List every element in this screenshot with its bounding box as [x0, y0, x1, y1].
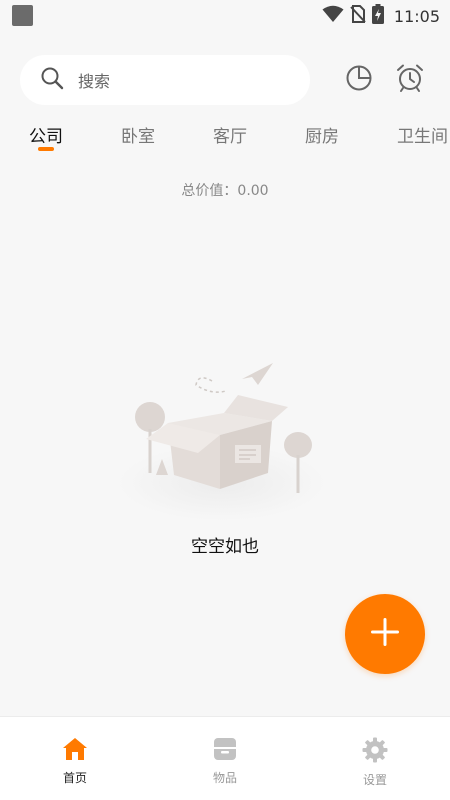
status-bar: 11:05 [0, 0, 450, 32]
gear-icon [362, 737, 388, 767]
nav-items[interactable]: 物品 [150, 717, 300, 800]
nav-home-label: 首页 [62, 771, 87, 785]
total-value-label: 总价值：0.00 [181, 183, 269, 199]
bottom-navigation: 首页 物品 设置 [0, 716, 450, 800]
notification-app-icon [12, 5, 33, 26]
empty-box-illustration [116, 355, 336, 525]
nav-home[interactable]: 首页 [0, 717, 150, 800]
nav-items-label: 物品 [212, 771, 237, 785]
status-time: 11:05 [393, 6, 440, 26]
reminder-button[interactable] [392, 62, 428, 98]
tab-kitchen[interactable]: 厨房 [305, 122, 339, 147]
box-icon [213, 737, 237, 765]
nav-settings[interactable]: 设置 [300, 717, 450, 800]
home-icon [62, 737, 88, 765]
plus-icon [368, 615, 402, 653]
active-tab-indicator [38, 147, 54, 151]
nav-settings-label: 设置 [362, 773, 387, 787]
status-indicators: 11:05 [322, 4, 440, 28]
tab-company[interactable]: 公司 [29, 122, 63, 147]
search-icon [40, 66, 64, 94]
pie-chart-icon [345, 64, 373, 96]
battery-charging-icon [371, 4, 384, 28]
search-input[interactable]: 搜索 [20, 55, 310, 105]
app-screen: 11:05 搜索 公司 卧室 客厅 厨房 卫生间 总价值：0.00 空空如也 首… [0, 0, 450, 800]
tab-living-room[interactable]: 客厅 [213, 122, 247, 147]
wifi-icon [322, 5, 344, 27]
add-item-button[interactable] [345, 594, 425, 674]
statistics-button[interactable] [341, 62, 377, 98]
empty-state-text: 空空如也 [191, 537, 259, 557]
search-placeholder: 搜索 [78, 72, 111, 91]
alarm-clock-icon [395, 63, 425, 97]
tab-bathroom[interactable]: 卫生间 [397, 122, 448, 147]
room-tabs: 公司 卧室 客厅 厨房 卫生间 [0, 116, 450, 160]
tab-bedroom[interactable]: 卧室 [121, 122, 155, 147]
no-sim-icon [350, 5, 366, 27]
